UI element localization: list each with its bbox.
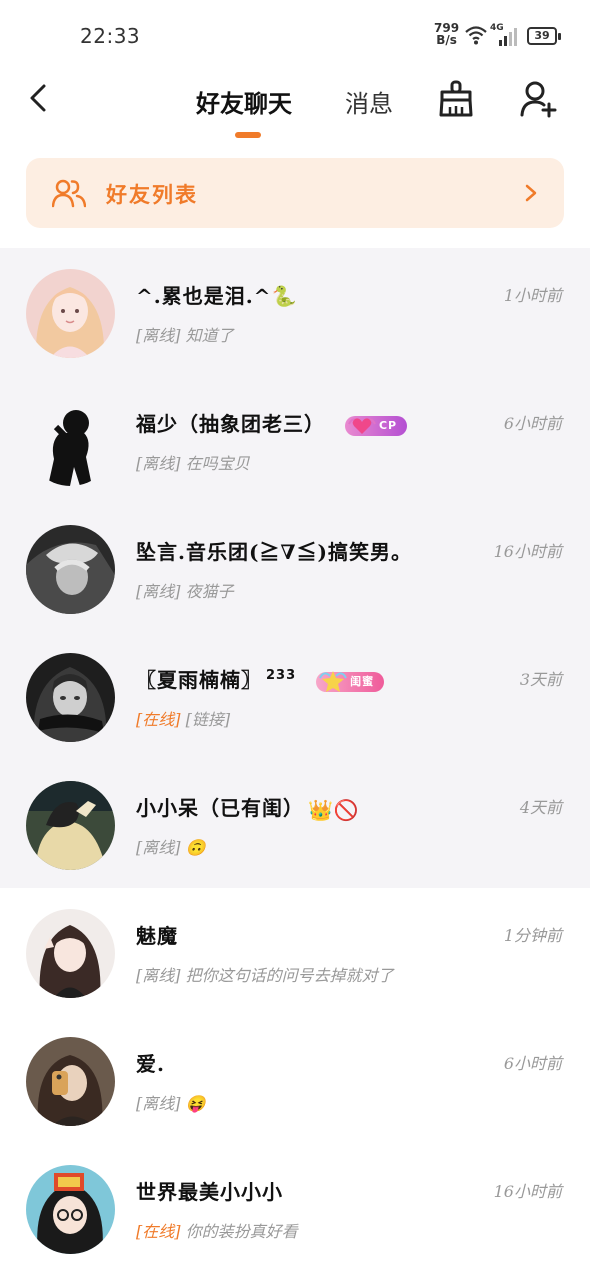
chat-time: 6小时前 [503, 414, 562, 433]
avatar[interactable] [26, 1037, 115, 1126]
presence-status: [离线] [136, 582, 181, 601]
presence-status: [离线] [136, 454, 181, 473]
chat-preview: [离线] 在吗宝贝 [136, 450, 250, 474]
avatar[interactable] [26, 781, 115, 870]
chat-item[interactable]: 魅魔 1分钟前 [离线] 把你这句话的问号去掉就对了 [0, 888, 590, 1016]
chat-item[interactable]: 坠言.音乐团(≧∇≦)搞笑男。 16小时前 [离线] 夜猫子 [0, 504, 590, 632]
last-message: 把你这句话的问号去掉就对了 [185, 966, 394, 985]
last-message: [链接] [185, 710, 231, 729]
signal-icon [499, 28, 517, 46]
friend-list-banner[interactable]: 好友列表 [26, 158, 564, 228]
chat-name: 坠言.音乐团(≧∇≦)搞笑男。 [136, 540, 412, 564]
status-time: 22:33 [80, 24, 141, 48]
back-arrow-icon[interactable] [24, 82, 56, 114]
chat-time: 3天前 [519, 670, 562, 689]
chat-time: 16小时前 [493, 542, 562, 561]
chat-list: ^.累也是泪.^🐍 1小时前 [离线] 知道了 福少（抽象团老三） CP 6小时… [0, 248, 590, 1272]
chat-preview: [在线] 你的装扮真好看 [136, 1218, 298, 1242]
chat-preview: [离线] 😝 [136, 1090, 206, 1114]
name-suffix: 233 [266, 668, 297, 684]
star-wings-icon [319, 670, 348, 692]
chat-name: ^.累也是泪.^🐍 [136, 284, 298, 308]
avatar[interactable] [26, 909, 115, 998]
chat-item[interactable]: 爱. 6小时前 [离线] 😝 [0, 1016, 590, 1144]
avatar[interactable] [26, 1165, 115, 1254]
chat-item[interactable]: 〖夏雨楠楠〗 233 闺蜜 3天前 [在线] [链接] [0, 632, 590, 760]
chat-preview: [离线] 🙃 [136, 834, 206, 858]
presence-status: [离线] [136, 1094, 181, 1113]
avatar[interactable] [26, 653, 115, 742]
avatar[interactable] [26, 269, 115, 358]
tab-messages[interactable]: 消息 [345, 84, 393, 119]
active-tab-indicator [235, 132, 261, 138]
chat-name: 魅魔 [136, 924, 178, 948]
chat-item[interactable]: 小小呆（已有闺） 👑🚫 4天前 [离线] 🙃 [0, 760, 590, 888]
chevron-right-icon [525, 184, 537, 202]
battery-indicator: 39 [527, 27, 561, 45]
last-message: 知道了 [185, 326, 234, 345]
chat-name: 〖夏雨楠楠〗 233 闺蜜 [136, 664, 385, 693]
chat-name: 爱. [136, 1052, 165, 1076]
besties-badge: 闺蜜 [316, 670, 385, 692]
tab-friend-chat[interactable]: 好友聊天 [196, 84, 292, 119]
chat-name: 小小呆（已有闺） 👑🚫 [136, 796, 360, 822]
chat-item[interactable]: 福少（抽象团老三） CP 6小时前 [离线] 在吗宝贝 [0, 376, 590, 504]
chat-preview: [离线] 知道了 [136, 322, 234, 346]
cp-badge: CP [344, 415, 408, 436]
presence-status: [离线] [136, 966, 181, 985]
avatar[interactable] [26, 397, 115, 486]
presence-status: [在线] [136, 710, 181, 729]
header: 好友聊天 消息 [0, 70, 590, 150]
presence-status: [离线] [136, 326, 181, 345]
wifi-icon [465, 26, 487, 45]
last-message: 夜猫子 [185, 582, 234, 601]
chat-time: 1分钟前 [503, 926, 562, 945]
chat-name: 福少（抽象团老三） CP [136, 408, 408, 437]
chat-time: 1小时前 [503, 286, 562, 305]
last-message: 在吗宝贝 [185, 454, 250, 473]
crown-ban-emoji: 👑🚫 [308, 797, 360, 822]
friend-list-label: 好友列表 [106, 182, 198, 207]
last-message: 😝 [185, 1094, 206, 1113]
add-friend-icon[interactable] [519, 80, 557, 118]
last-message: 你的装扮真好看 [185, 1222, 298, 1241]
presence-status: [离线] [136, 838, 181, 857]
status-bar: 22:33 799 B/s 4G 39 [0, 0, 590, 70]
chat-item[interactable]: ^.累也是泪.^🐍 1小时前 [离线] 知道了 [0, 248, 590, 376]
chat-time: 16小时前 [493, 1182, 562, 1201]
network-speed: 799 B/s [434, 21, 460, 47]
chat-name: 世界最美小小小 [136, 1180, 283, 1204]
chat-time: 4天前 [519, 798, 562, 817]
friends-icon [52, 179, 86, 208]
chat-preview: [离线] 夜猫子 [136, 578, 234, 602]
avatar[interactable] [26, 525, 115, 614]
last-message: 🙃 [185, 838, 206, 857]
chat-item[interactable]: 世界最美小小小 16小时前 [在线] 你的装扮真好看 [0, 1144, 590, 1272]
presence-status: [在线] [136, 1222, 181, 1241]
broom-icon[interactable] [437, 80, 475, 118]
chat-time: 6小时前 [503, 1054, 562, 1073]
chat-preview: [在线] [链接] [136, 706, 230, 730]
chat-preview: [离线] 把你这句话的问号去掉就对了 [136, 962, 394, 986]
heart-wings-icon [348, 417, 376, 434]
